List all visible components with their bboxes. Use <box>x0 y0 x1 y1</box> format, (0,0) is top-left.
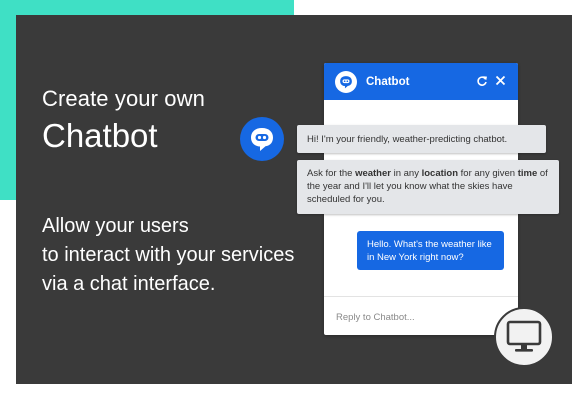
chatbot-avatar <box>335 70 357 93</box>
reply-input[interactable] <box>336 309 486 325</box>
hero-subtitle: Create your own <box>42 86 205 111</box>
hero-description-line: via a chat interface. <box>42 273 216 295</box>
bot-message: Ask for the weather in any location for … <box>297 160 559 214</box>
chat-bubble-icon <box>340 75 352 88</box>
keyword-emphasis: time <box>517 168 538 179</box>
chat-divider <box>324 296 518 297</box>
hero-description-line: to interact with your services <box>42 244 295 266</box>
hero-description: Allow your users to interact with your s… <box>42 212 312 299</box>
keyword-emphasis: weather <box>355 168 391 179</box>
hero-description-line: Allow your users <box>42 215 189 237</box>
monitor-icon <box>506 320 542 352</box>
refresh-icon[interactable] <box>476 75 488 87</box>
chat-title: Chatbot <box>366 75 410 88</box>
keyword-emphasis: location <box>421 168 459 179</box>
chat-bubble-icon <box>251 128 273 151</box>
chatbot-launcher-button[interactable] <box>240 117 284 161</box>
bot-message: Hi! I'm your friendly, weather-predictin… <box>297 125 546 153</box>
chat-header: Chatbot <box>324 63 518 100</box>
hero-title: Chatbot <box>42 117 158 154</box>
monitor-badge <box>494 307 554 367</box>
user-message: Hello. What's the weather like in New Yo… <box>357 231 504 270</box>
close-icon[interactable] <box>494 74 507 87</box>
